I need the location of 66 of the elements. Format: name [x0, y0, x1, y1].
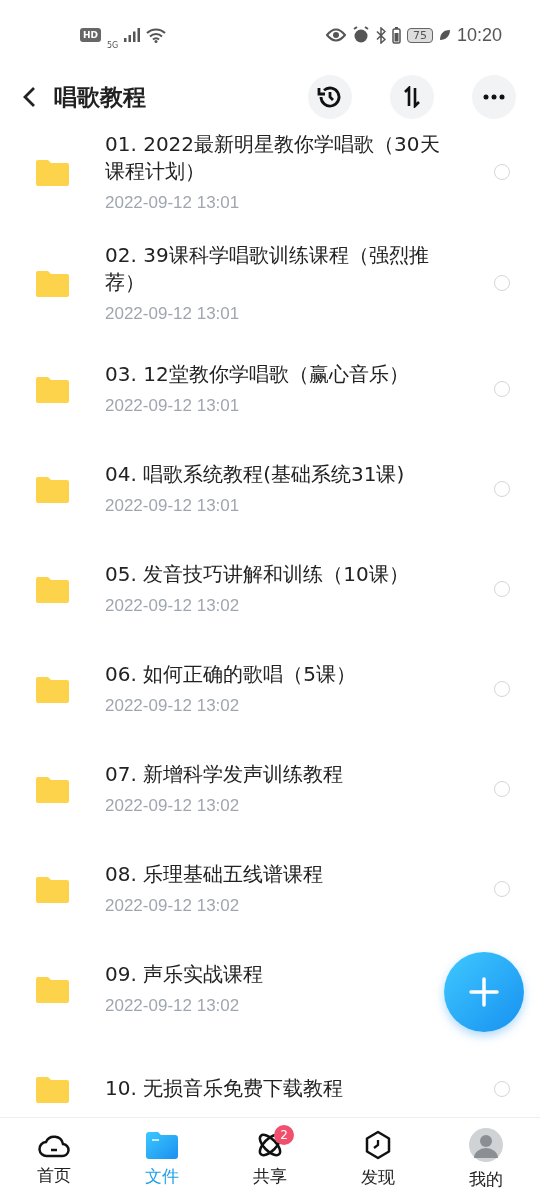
history-button[interactable] — [308, 75, 352, 119]
folder-icon — [36, 774, 69, 803]
modified-date: 2022-09-12 13:01 — [105, 304, 241, 324]
more-button[interactable] — [472, 75, 516, 119]
folder-icon — [36, 474, 69, 503]
add-button[interactable] — [444, 952, 524, 1032]
avatar — [469, 1127, 503, 1162]
select-radio[interactable] — [494, 680, 510, 697]
back-button[interactable] — [22, 86, 36, 108]
modified-date: 2022-09-12 13:02 — [105, 796, 241, 816]
history-icon — [317, 84, 343, 110]
bluetooth-icon — [375, 26, 386, 44]
select-radio[interactable] — [494, 380, 510, 397]
folder-icon — [36, 374, 69, 403]
signal-icon — [124, 28, 141, 42]
folder-icon — [36, 1074, 69, 1103]
select-radio[interactable] — [494, 480, 510, 497]
more-icon — [483, 94, 505, 100]
nav-tab[interactable]: 我的 — [432, 1118, 540, 1200]
nav-tab[interactable]: 首页 — [0, 1118, 108, 1200]
modified-date: 2022-09-12 13:01 — [105, 193, 241, 213]
folder-name[interactable]: 05. 发音技巧讲解和训练（10课） — [105, 561, 409, 588]
nav-tab[interactable]: 共享 2 — [216, 1118, 324, 1200]
select-radio[interactable] — [494, 580, 510, 597]
select-radio[interactable] — [494, 275, 510, 291]
folder-name[interactable]: 10. 无损音乐免费下载教程 — [105, 1075, 344, 1102]
battery-level: 75 — [406, 27, 433, 43]
folder-icon — [36, 574, 69, 603]
folder-name[interactable]: 02. 39课科学唱歌训练课程（强烈推荐） — [105, 242, 455, 296]
hd-badge: HD — [80, 28, 101, 42]
modified-date: 2022-09-12 13:01 — [105, 496, 241, 516]
notification-badge: 2 — [274, 1125, 294, 1145]
hexagon-clock-icon — [364, 1129, 392, 1160]
select-radio[interactable] — [494, 164, 510, 180]
clock-time: 10:20 — [456, 24, 502, 46]
folder-icon — [36, 874, 69, 903]
folder-name[interactable]: 08. 乐理基础五线谱课程 — [105, 861, 324, 888]
folder-name[interactable]: 06. 如何正确的歌唱（5课） — [105, 661, 356, 688]
modified-date: 2022-09-12 13:02 — [105, 996, 241, 1016]
folder-icon — [146, 1130, 178, 1159]
folder-icon — [36, 269, 69, 297]
network-type: 5G — [107, 40, 119, 50]
wifi-icon — [146, 27, 167, 43]
select-radio[interactable] — [494, 880, 510, 897]
leaf-icon — [438, 29, 451, 41]
select-radio[interactable] — [494, 1080, 510, 1097]
folder-name[interactable]: 09. 声乐实战课程 — [105, 961, 264, 988]
plus-icon — [468, 976, 500, 1008]
alarm-icon — [351, 26, 370, 44]
eye-icon — [325, 28, 346, 42]
folder-name[interactable]: 01. 2022最新明星教你学唱歌（30天课程计划） — [105, 131, 455, 185]
folder-name[interactable]: 03. 12堂教你学唱歌（赢心音乐） — [105, 361, 409, 388]
select-radio[interactable] — [494, 780, 510, 797]
modified-date: 2022-09-12 13:01 — [105, 396, 241, 416]
folder-icon — [36, 974, 69, 1003]
folder-name[interactable]: 04. 唱歌系统教程(基础系统31课) — [105, 461, 405, 488]
sort-button[interactable] — [390, 75, 434, 119]
folder-icon — [36, 674, 69, 703]
modified-date: 2022-09-12 13:02 — [105, 696, 241, 716]
nav-tab[interactable]: 发现 — [324, 1118, 432, 1200]
folder-name[interactable]: 07. 新增科学发声训练教程 — [105, 761, 344, 788]
modified-date: 2022-09-12 13:02 — [105, 896, 241, 916]
folder-icon — [36, 158, 69, 186]
modified-date: 2022-09-12 13:02 — [105, 596, 241, 616]
battery-icon — [391, 26, 401, 44]
folder-title: 唱歌教程 — [54, 82, 147, 112]
